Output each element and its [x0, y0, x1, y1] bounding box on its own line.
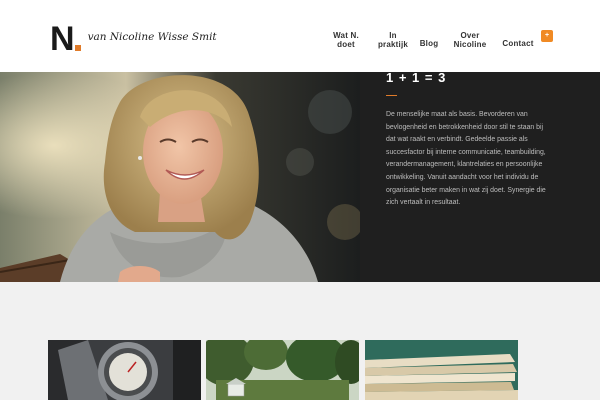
hero-title-rule — [386, 95, 397, 96]
nav-item-contact[interactable]: Contact — [498, 39, 538, 48]
thumbnail-garden-image[interactable] — [206, 340, 359, 400]
main-nav: Wat N. doet In praktijk Blog Over Nicoli… — [0, 31, 600, 61]
hero-description: De menselijke maat als basis. Bevorderen… — [386, 111, 546, 207]
nav-item-in-praktijk[interactable]: In praktijk — [375, 31, 411, 49]
content-section — [0, 282, 600, 400]
nav-item-label-line2: doet — [337, 40, 355, 49]
nav-item-wat-n-doet[interactable]: Wat N. doet — [328, 31, 364, 49]
nav-item-blog[interactable]: Blog — [416, 39, 442, 48]
hero-portrait-image — [0, 72, 360, 282]
thumbnail-gauge-image[interactable] — [48, 340, 201, 400]
nav-item-label: Contact — [502, 39, 534, 48]
plus-icon[interactable]: + — [541, 30, 553, 42]
nav-item-over-nicoline[interactable]: Over Nicoline — [449, 31, 491, 49]
site-header: N van Nicoline Wisse Smit Wat N. doet In… — [0, 0, 600, 72]
thumbnail-papers-image[interactable] — [365, 340, 518, 400]
nav-item-label-line1: Over — [460, 31, 480, 40]
nav-item-label-line2: praktijk — [377, 40, 409, 49]
nav-item-label: Blog — [419, 39, 439, 48]
nav-item-label-line1: Wat N. — [333, 31, 359, 40]
hero-title: 1 + 1 = 3 — [386, 70, 447, 85]
nav-item-label-line2: Nicoline — [453, 40, 487, 49]
nav-item-label-line1: In — [389, 31, 397, 40]
